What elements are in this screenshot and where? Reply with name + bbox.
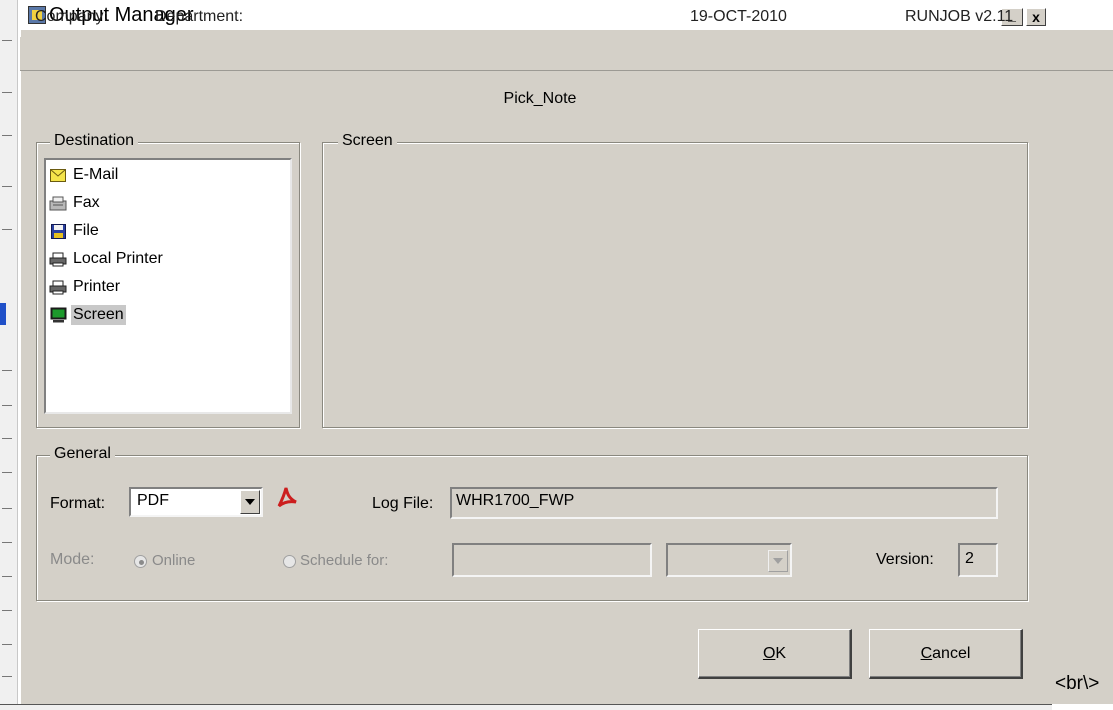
destination-item-printer[interactable]: Printer [46, 274, 286, 300]
schedule-date-field[interactable] [452, 543, 652, 577]
report-title: Pick_Note [503, 90, 577, 107]
destination-item-local-printer[interactable]: Local Printer [46, 246, 286, 272]
company-label: Company: [35, 8, 108, 25]
format-label: Format: [50, 495, 106, 512]
destination-item-label: Local Printer [73, 250, 163, 267]
chevron-down-icon [245, 499, 255, 505]
trailing-text: <br\> [1055, 673, 1100, 694]
cancel-button[interactable]: Cancel [869, 629, 1023, 679]
fax-icon [48, 194, 68, 212]
format-dropdown-button[interactable] [240, 490, 260, 514]
destination-item-fax[interactable]: Fax [46, 190, 286, 216]
destination-item-label: Fax [73, 194, 100, 211]
background-taskbar-strip [0, 704, 1052, 710]
ok-button[interactable]: OK [698, 629, 852, 679]
mode-online-label: Online [152, 552, 196, 569]
mode-schedule-radio[interactable] [283, 555, 296, 568]
destination-item-email[interactable]: E-Mail [46, 162, 286, 188]
destination-legend: Destination [50, 132, 139, 150]
mode-label: Mode: [50, 551, 95, 568]
envelope-icon [48, 166, 68, 184]
log-file-value: WHR1700_FWP [456, 492, 575, 509]
general-group [36, 455, 1028, 601]
printer-icon [48, 250, 68, 268]
destination-item-file[interactable]: File [46, 218, 286, 244]
version-field[interactable] [958, 543, 998, 577]
department-label: Department: [155, 8, 244, 25]
general-legend: General [50, 445, 115, 463]
format-value: PDF [137, 492, 169, 509]
close-button[interactable]: x [1026, 8, 1046, 26]
screen-panel [322, 142, 1028, 428]
mode-schedule-label: Schedule for: [300, 552, 389, 569]
monitor-icon [48, 306, 68, 324]
chevron-down-icon [773, 558, 783, 564]
info-bar [20, 37, 1113, 71]
log-file-label: Log File: [372, 495, 434, 512]
version-label: Version: [876, 551, 934, 568]
mode-online-radio[interactable] [134, 555, 147, 568]
version-value: 2 [965, 550, 974, 567]
pdf-icon[interactable] [276, 486, 298, 508]
destination-item-screen[interactable]: Screen [46, 302, 286, 328]
destination-item-label: E-Mail [73, 166, 119, 183]
schedule-dropdown-button[interactable] [768, 550, 788, 572]
destination-item-label: Screen [71, 305, 126, 325]
screen-legend: Screen [338, 132, 397, 150]
destination-list[interactable]: E-Mail Fax File Local Printer Printer Sc… [44, 158, 292, 414]
date-text: 19-OCT-2010 [690, 8, 787, 25]
destination-item-label: Printer [73, 278, 121, 295]
app-version-text: RUNJOB v2.11 [905, 8, 1014, 25]
printer-icon [48, 278, 68, 296]
floppy-disk-icon [48, 222, 68, 240]
background-window-strip [0, 0, 18, 706]
destination-item-label: File [73, 222, 99, 239]
